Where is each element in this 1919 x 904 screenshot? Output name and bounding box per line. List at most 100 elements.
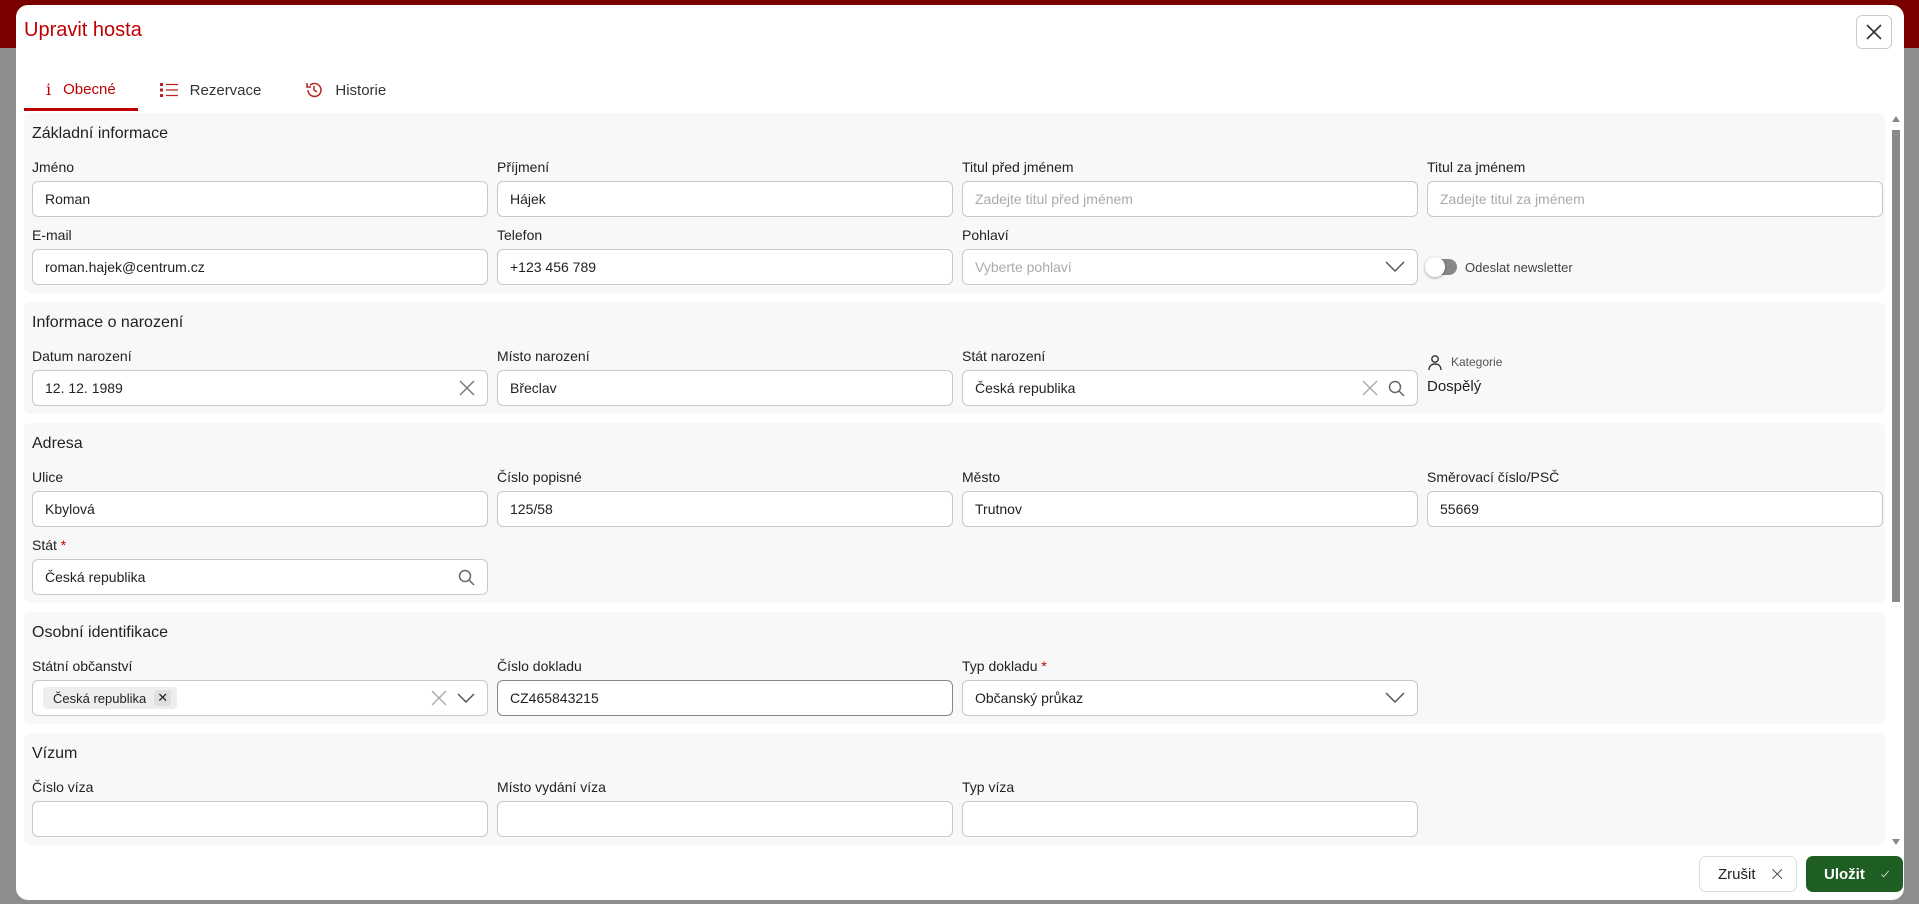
- tab-general[interactable]: i Obecné: [24, 71, 138, 111]
- search-icon[interactable]: [458, 569, 475, 586]
- field-label: Číslo víza: [32, 779, 94, 795]
- scrollbar[interactable]: [1889, 113, 1903, 848]
- input-value: 12. 12. 1989: [45, 380, 123, 396]
- document-type-select[interactable]: Občanský průkaz: [962, 680, 1418, 716]
- house-number-input[interactable]: 125/58: [497, 491, 953, 527]
- tab-history[interactable]: Historie: [283, 71, 408, 109]
- visa-type-input[interactable]: [962, 801, 1418, 837]
- input-value: +123 456 789: [510, 259, 597, 275]
- scroll-up-arrow[interactable]: [1892, 116, 1900, 122]
- chip-label: Česká republika: [53, 690, 147, 706]
- chevron-down-icon: [1385, 692, 1405, 704]
- dialog-title: Upravit hosta: [24, 19, 142, 41]
- cancel-button[interactable]: Zrušit: [1699, 856, 1797, 892]
- input-value: roman.hajek@centrum.cz: [45, 259, 205, 275]
- section-title: Základní informace: [32, 125, 169, 142]
- field-label: Typ dokladu *: [962, 658, 1418, 674]
- first-name-input[interactable]: Roman: [32, 181, 488, 217]
- required-marker: *: [60, 537, 67, 553]
- selected-chip: Česká republika ✕: [43, 687, 178, 709]
- zip-input[interactable]: 55669: [1427, 491, 1883, 527]
- clear-icon[interactable]: [431, 690, 447, 706]
- title-before-input[interactable]: Zadejte titul před jménem: [962, 181, 1418, 217]
- scrollbar-thumb[interactable]: [1892, 130, 1900, 602]
- clear-icon[interactable]: [1362, 380, 1378, 396]
- last-name-input[interactable]: Hájek: [497, 181, 953, 217]
- field-label: Titul za jménem: [1427, 159, 1526, 175]
- label-text: Stát: [32, 537, 57, 553]
- gender-select[interactable]: Vyberte pohlaví: [962, 249, 1418, 285]
- field-label: Datum narození: [32, 348, 132, 364]
- field-label: Pohlaví: [962, 227, 1009, 243]
- scroll-down-arrow[interactable]: [1892, 839, 1900, 845]
- section-title: Adresa: [32, 435, 83, 452]
- toggle-switch[interactable]: [1425, 257, 1457, 277]
- input-value: 55669: [1440, 501, 1479, 517]
- state-input[interactable]: Česká republika: [32, 559, 488, 595]
- field-label: Místo narození: [497, 348, 590, 364]
- tab-reservations[interactable]: Rezervace: [138, 71, 284, 109]
- save-button[interactable]: Uložit: [1806, 856, 1903, 892]
- field-label: Telefon: [497, 227, 543, 243]
- edit-guest-dialog: Upravit hosta i Obecné Rezervace Histori…: [16, 5, 1904, 900]
- clear-icon[interactable]: [459, 380, 475, 396]
- field-label: Státní občanství: [32, 658, 133, 674]
- field-label: Titul před jménem: [962, 159, 1074, 175]
- input-placeholder: Zadejte titul za jménem: [1440, 191, 1585, 207]
- birth-place-input[interactable]: Břeclav: [497, 370, 953, 406]
- chevron-down-icon[interactable]: [457, 692, 475, 704]
- email-input[interactable]: roman.hajek@centrum.cz: [32, 249, 488, 285]
- tab-label: Historie: [335, 81, 387, 99]
- toggle-label: Odeslat newsletter: [1465, 259, 1573, 275]
- visa-place-input[interactable]: [497, 801, 953, 837]
- input-value: Česká republika: [975, 380, 1076, 396]
- field-label: Směrovací číslo/PSČ: [1427, 469, 1560, 485]
- tab-label: Rezervace: [189, 81, 262, 99]
- search-icon[interactable]: [1388, 380, 1405, 397]
- field-label: Stát narození: [962, 348, 1046, 364]
- tab-bar: i Obecné Rezervace Historie: [24, 71, 408, 111]
- birth-date-input[interactable]: 12. 12. 1989: [32, 370, 488, 406]
- button-label: Uložit: [1824, 865, 1865, 883]
- dialog-footer: Zrušit Uložit: [1699, 856, 1903, 892]
- user-icon: [1428, 355, 1442, 370]
- document-number-input[interactable]: CZ465843215: [497, 680, 953, 716]
- category-value: Dospělý: [1427, 378, 1482, 395]
- street-input[interactable]: Kbylová: [32, 491, 488, 527]
- field-label: Místo vydání víza: [497, 779, 606, 795]
- newsletter-toggle[interactable]: Odeslat newsletter: [1425, 249, 1883, 285]
- input-value: CZ465843215: [510, 690, 599, 706]
- title-after-input[interactable]: Zadejte titul za jménem: [1427, 181, 1883, 217]
- city-input[interactable]: Trutnov: [962, 491, 1418, 527]
- field-label: Typ víza: [962, 779, 1015, 795]
- field-label: E-mail: [32, 227, 72, 243]
- section-basic-info: Základní informace Jméno Roman Příjmení Há…: [24, 113, 1885, 293]
- tab-label: Obecné: [63, 81, 116, 98]
- section-birth-info: Informace o narození Datum narození 12. 1…: [24, 302, 1885, 414]
- field-label: Příjmení: [497, 159, 550, 175]
- phone-input[interactable]: +123 456 789: [497, 249, 953, 285]
- list-icon: [159, 83, 178, 97]
- input-placeholder: Vyberte pohlaví: [975, 259, 1072, 275]
- input-value: Břeclav: [510, 380, 557, 396]
- info-icon: i: [46, 80, 52, 99]
- close-icon: [1771, 869, 1782, 879]
- input-value: Trutnov: [975, 501, 1022, 517]
- form-body: Základní informace Jméno Roman Příjmení Há…: [24, 113, 1885, 848]
- section-title: Informace o narození: [32, 314, 184, 331]
- input-value: Hájek: [510, 191, 546, 207]
- chip-remove-icon[interactable]: ✕: [154, 690, 172, 706]
- label-text: Typ dokladu: [962, 658, 1038, 674]
- category-display: Kategorie Dospělý: [1427, 348, 1883, 406]
- section-address: Adresa Ulice Kbylová Číslo popisné 125/58 …: [24, 423, 1885, 603]
- birth-country-input[interactable]: Česká republika: [962, 370, 1418, 406]
- category-label: Kategorie: [1451, 355, 1503, 369]
- field-label: Číslo dokladu: [497, 658, 582, 674]
- button-label: Zrušit: [1718, 865, 1756, 883]
- section-title: Vízum: [32, 745, 78, 762]
- visa-number-input[interactable]: [32, 801, 488, 837]
- section-title: Osobní identifikace: [32, 624, 169, 641]
- close-button[interactable]: [1856, 15, 1892, 49]
- input-value: Česká republika: [45, 569, 146, 585]
- citizenship-multiselect[interactable]: Česká republika ✕: [32, 680, 488, 716]
